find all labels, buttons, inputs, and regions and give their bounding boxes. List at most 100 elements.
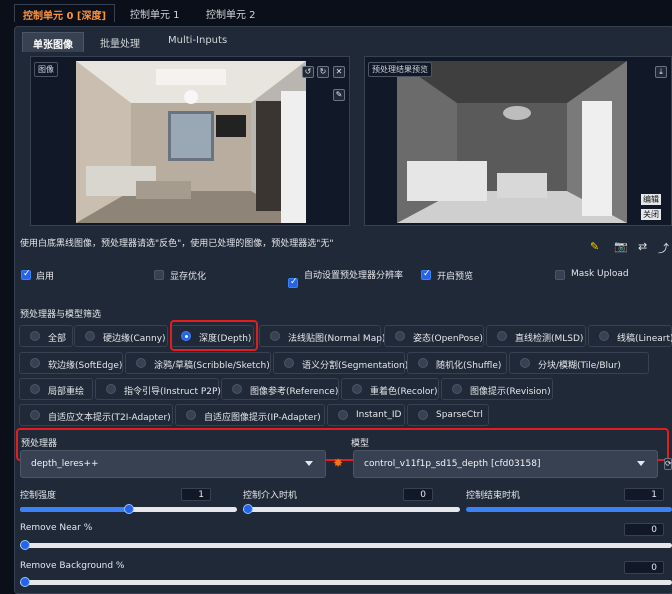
- radio-instant-id[interactable]: Instant_ID: [327, 404, 405, 426]
- brush-icon[interactable]: ✎: [333, 89, 345, 101]
- radio-label: 图像提示(Revision): [470, 387, 551, 397]
- enable-label: 启用: [36, 272, 55, 282]
- camera-icon[interactable]: 📷: [614, 240, 628, 253]
- model-value: control_v11f1p_sd15_depth [cfd03158]: [364, 459, 541, 469]
- weight-label: 控制强度: [20, 491, 57, 501]
- mask-upload-checkbox[interactable]: [555, 270, 565, 280]
- tab-control-unit-1[interactable]: 控制单元 1: [122, 4, 188, 22]
- tab-control-unit-2[interactable]: 控制单元 2: [198, 4, 264, 22]
- chevron-down-icon: [637, 461, 645, 466]
- radio-label: 分块/模糊(Tile/Blur): [538, 361, 621, 371]
- refresh-icon[interactable]: ⟳: [664, 458, 672, 470]
- pixel-perfect-checkbox[interactable]: [288, 277, 298, 288]
- remove-background-input[interactable]: 0: [624, 561, 664, 574]
- start-input[interactable]: 0: [403, 488, 433, 501]
- depth-highlight: [170, 320, 258, 351]
- radio-scribble[interactable]: 涂鸦/草稿(Scribble/Sketch): [125, 352, 271, 374]
- radio-tile-blur[interactable]: 分块/模糊(Tile/Blur): [509, 352, 649, 374]
- remove-near-input[interactable]: 0: [624, 523, 664, 536]
- run-preprocessor-icon[interactable]: ✸: [333, 456, 343, 470]
- tab-multi-inputs[interactable]: Multi-Inputs: [158, 32, 237, 52]
- edit-icon[interactable]: ✎: [590, 240, 599, 253]
- radio-label: 自适应文本提示(T2I-Adapter): [48, 413, 171, 423]
- remove-near-track[interactable]: [20, 543, 672, 548]
- radio-inpaint[interactable]: 局部重绘: [19, 378, 93, 400]
- radio-label: 涂鸦/草稿(Scribble/Sketch): [154, 361, 270, 371]
- close-button[interactable]: 关闭: [641, 209, 661, 220]
- radio-reference[interactable]: 图像参考(Reference): [221, 378, 339, 400]
- radio-mlsd[interactable]: 直线检测(MLSD): [486, 325, 586, 347]
- radio-canny[interactable]: 硬边缘(Canny): [74, 325, 168, 347]
- image-label: 图像: [34, 62, 58, 77]
- input-room-image: [76, 61, 306, 223]
- radio-label: 直线检测(MLSD): [515, 334, 584, 344]
- download-icon[interactable]: ⤓: [655, 66, 667, 78]
- radio-openpose[interactable]: 姿态(OpenPose): [384, 325, 484, 347]
- radio-label: Instant_ID: [356, 410, 402, 420]
- model-select[interactable]: control_v11f1p_sd15_depth [cfd03158]: [353, 450, 658, 478]
- chevron-down-icon: [305, 461, 313, 466]
- radio-label: 法线贴图(Normal Map): [288, 334, 386, 344]
- redo-icon[interactable]: ↻: [317, 66, 329, 78]
- model-label: 模型: [351, 439, 370, 449]
- preprocessor-select[interactable]: depth_leres++: [20, 450, 326, 478]
- lowvram-checkbox[interactable]: [154, 270, 164, 280]
- remove-near-handle[interactable]: [20, 540, 30, 550]
- end-label: 控制结束时机: [466, 491, 521, 501]
- lowvram-label: 显存优化: [170, 272, 207, 282]
- radio-lineart[interactable]: 线稿(Lineart): [588, 325, 672, 347]
- remove-background-handle[interactable]: [20, 577, 30, 587]
- hint-text: 使用白底黑线图像，预处理器请选"反色"，使用已处理的图像，预处理器选"无": [20, 239, 334, 249]
- radio-ip-adapter[interactable]: 自适应图像提示(IP-Adapter): [175, 404, 325, 426]
- preprocessor-value: depth_leres++: [31, 459, 99, 469]
- start-handle[interactable]: [243, 504, 253, 514]
- preview-checkbox[interactable]: [421, 269, 431, 280]
- start-track[interactable]: [243, 507, 460, 512]
- radio-normal-map[interactable]: 法线贴图(Normal Map): [259, 325, 385, 347]
- weight-handle[interactable]: [124, 504, 134, 514]
- radio-label: 线稿(Lineart): [617, 334, 672, 344]
- filter-title: 预处理器与模型筛选: [20, 310, 102, 320]
- radio-label: 全部: [48, 334, 67, 344]
- radio-sparsectrl[interactable]: SparseCtrl: [407, 404, 489, 426]
- radio-label: 姿态(OpenPose): [413, 334, 483, 344]
- radio-t2i-adapter[interactable]: 自适应文本提示(T2I-Adapter): [19, 404, 173, 426]
- swap-icon[interactable]: ⇄: [638, 240, 647, 253]
- radio-label: 语义分割(Segmentation): [302, 361, 409, 371]
- clear-icon[interactable]: ✕: [333, 66, 345, 78]
- preprocessor-label: 预处理器: [21, 439, 58, 449]
- preview-label: 预处理结果预览: [368, 62, 432, 77]
- end-input[interactable]: 1: [624, 488, 664, 501]
- preview-checkbox-label: 开启预览: [437, 272, 474, 282]
- radio-label: 指令引导(Instruct P2P): [124, 387, 221, 397]
- weight-fill: [20, 507, 129, 512]
- remove-background-label: Remove Background %: [20, 561, 125, 571]
- remove-near-label: Remove Near %: [20, 523, 93, 533]
- radio-all[interactable]: 全部: [19, 325, 73, 347]
- enable-checkbox[interactable]: [21, 269, 31, 280]
- radio-shuffle[interactable]: 随机化(Shuffle): [407, 352, 507, 374]
- send-icon[interactable]: ⤴: [658, 240, 669, 256]
- radio-label: 随机化(Shuffle): [436, 361, 502, 371]
- radio-label: 软边缘(SoftEdge): [48, 361, 123, 371]
- radio-recolor[interactable]: 重着色(Recolor): [341, 378, 439, 400]
- weight-input[interactable]: 1: [181, 488, 211, 501]
- end-track[interactable]: [466, 507, 672, 512]
- rotate-icon[interactable]: ↺: [302, 66, 314, 78]
- mask-upload-label: Mask Upload: [571, 269, 629, 279]
- pixel-perfect-label: 自动设置预处理器分辨率: [304, 271, 404, 281]
- tab-single-image[interactable]: 单张图像: [22, 32, 84, 52]
- radio-label: 自适应图像提示(IP-Adapter): [204, 413, 321, 423]
- radio-label: 局部重绘: [48, 387, 85, 397]
- radio-softedge[interactable]: 软边缘(SoftEdge): [19, 352, 123, 374]
- radio-instruct-p2p[interactable]: 指令引导(Instruct P2P): [95, 378, 221, 400]
- radio-label: 重着色(Recolor): [370, 387, 438, 397]
- edit-button[interactable]: 编辑: [641, 194, 661, 205]
- radio-segmentation[interactable]: 语义分割(Segmentation): [273, 352, 409, 374]
- tab-control-unit-0[interactable]: 控制单元 0 [深度]: [14, 4, 116, 22]
- remove-background-track[interactable]: [20, 580, 672, 585]
- radio-revision[interactable]: 图像提示(Revision): [441, 378, 553, 400]
- tab-batch[interactable]: 批量处理: [90, 32, 150, 52]
- input-image-dropzone[interactable]: 图像 ↺ ↻ ✕ ✎: [30, 56, 350, 226]
- start-label: 控制介入时机: [243, 491, 298, 501]
